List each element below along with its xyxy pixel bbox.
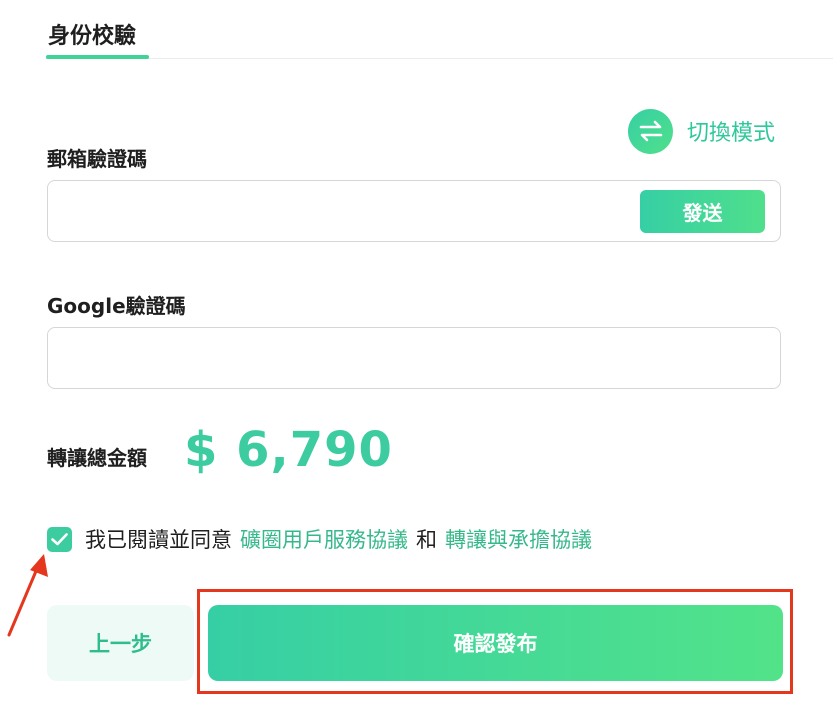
switch-mode-label: 切換模式	[687, 121, 776, 146]
previous-step-button[interactable]: 上一步	[47, 605, 194, 681]
agreement-row: 我已閱讀並同意 礦圈用戶服務協議 和 轉讓與承擔協議	[47, 524, 592, 554]
tab-active-indicator	[46, 55, 149, 59]
email-code-field: 發送	[47, 180, 781, 243]
swap-arrows-icon	[628, 108, 673, 154]
send-code-button[interactable]: 發送	[640, 190, 765, 233]
checkmark-icon	[51, 532, 68, 545]
google-code-input[interactable]	[62, 328, 766, 390]
google-code-field	[47, 327, 781, 390]
agreement-prefix: 我已閱讀並同意	[85, 528, 232, 552]
agreement-checkbox[interactable]	[47, 526, 72, 552]
transfer-agreement-link[interactable]: 轉讓與承擔協議	[445, 524, 592, 554]
tab-label: 身份校驗	[48, 24, 137, 49]
total-amount-label: 轉讓總金額	[47, 446, 147, 470]
service-agreement-link[interactable]: 礦圈用戶服務協議	[240, 524, 408, 554]
agreement-conjunction: 和	[416, 528, 437, 552]
email-code-input[interactable]	[62, 181, 636, 243]
tab-bar: 身份校驗	[46, 0, 833, 59]
email-code-label: 郵箱驗證碼	[47, 147, 147, 171]
total-amount-value: $ 6,790	[184, 422, 393, 478]
google-code-label: Google驗證碼	[47, 294, 186, 318]
switch-mode-button[interactable]: 切換模式	[628, 108, 775, 154]
tab-identity-verification[interactable]: 身份校驗	[46, 0, 150, 59]
identity-verification-page: 身份校驗 切換模式 郵箱驗證碼 發送 Google驗證碼 轉讓總金額 $ 6,7…	[0, 0, 833, 709]
confirm-publish-button[interactable]: 確認發布	[208, 605, 783, 681]
